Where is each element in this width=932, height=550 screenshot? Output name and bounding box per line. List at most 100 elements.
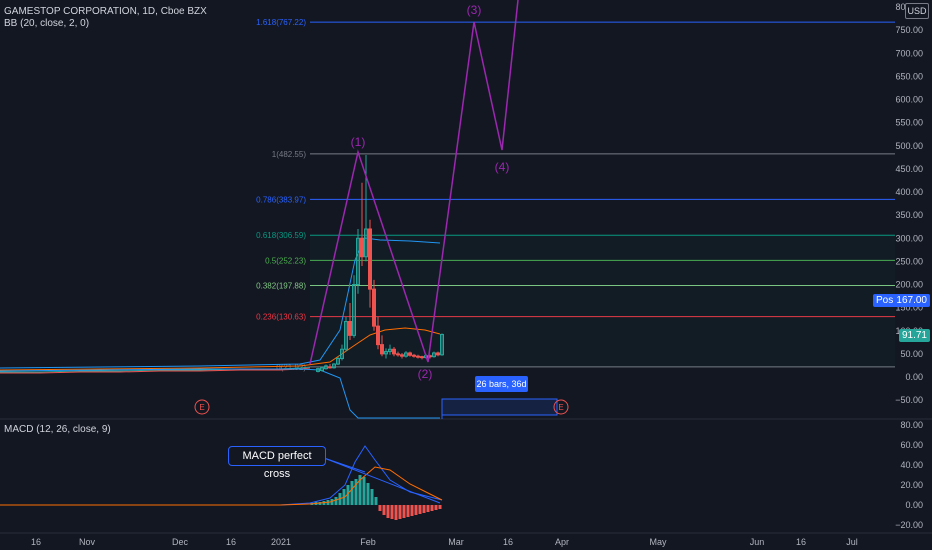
price-axis-tick: 200.00: [895, 280, 923, 290]
time-axis-tick: Jun: [750, 537, 765, 547]
macd-histogram-bar: [430, 505, 434, 511]
price-axis-tick: 550.00: [895, 118, 923, 128]
macd-histogram-bar: [334, 497, 338, 505]
bb-lower: [0, 368, 440, 419]
candle-body: [408, 352, 412, 356]
candle-body: [368, 228, 372, 290]
earnings-letter-1: E: [199, 403, 204, 412]
candle-body: [372, 288, 376, 327]
chart-canvas[interactable]: 1.618(767.22) 1(482.55) 0.786(383.97) 0.618…: [0, 0, 932, 550]
macd-callout[interactable]: MACD perfect cross: [228, 446, 326, 480]
macd-axis[interactable]: 80.00 60.00 40.00 20.00 0.00 −20.00: [895, 420, 923, 530]
macd-histogram-bar: [362, 477, 366, 505]
macd-histogram-bar: [422, 505, 426, 513]
candle-body: [416, 355, 420, 358]
fib-shading: [310, 235, 895, 367]
candle-body: [420, 356, 424, 359]
macd-histogram-bar: [366, 483, 370, 505]
fib-level-label: 1.618(767.22): [256, 18, 306, 27]
macd-histogram-bar: [410, 505, 414, 516]
earnings-letter-2: E: [558, 403, 563, 412]
candle-body: [380, 344, 384, 355]
candle-body: [376, 325, 380, 346]
fib-retracement[interactable]: 1.618(767.22) 1(482.55) 0.786(383.97) 0.618…: [256, 18, 895, 372]
wave-label-1: (1): [351, 135, 366, 149]
time-axis-tick: 16: [796, 537, 806, 547]
price-axis-tick: 750.00: [895, 25, 923, 35]
macd-histogram-bar: [350, 481, 354, 505]
time-axis-tick: May: [649, 537, 667, 547]
candle-body: [412, 354, 416, 357]
symbol-legend[interactable]: GAMESTOP CORPORATION, 1D, Cboe BZX: [4, 6, 207, 17]
price-axis-tick: 450.00: [895, 164, 923, 174]
fib-level-label: 0.618(306.59): [256, 231, 306, 240]
candle-body: [396, 353, 400, 356]
macd-axis-tick: 20.00: [900, 480, 923, 490]
candle-body: [360, 237, 364, 258]
macd-histogram-bar: [374, 497, 378, 505]
time-axis-tick: Nov: [79, 537, 96, 547]
date-range-box[interactable]: [441, 398, 558, 416]
date-range-label: 26 bars, 36d: [475, 376, 528, 392]
macd-histogram-bar: [434, 505, 438, 510]
candle-body: [436, 352, 440, 356]
wave-label-3: (3): [467, 3, 482, 17]
macd-histogram-bar: [370, 489, 374, 505]
macd-histogram-bar: [390, 505, 394, 519]
macd-histogram-bar: [394, 505, 398, 520]
macd-axis-tick: 40.00: [900, 460, 923, 470]
macd-axis-tick: 0.00: [905, 500, 923, 510]
fib-level-label: 0.382(197.88): [256, 281, 306, 290]
price-axis-tick: 50.00: [900, 349, 923, 359]
candle-body: [400, 354, 404, 357]
macd-legend[interactable]: MACD (12, 26, close, 9): [4, 424, 111, 435]
time-axis-tick: Apr: [555, 537, 569, 547]
last-price-tag: 91.71: [898, 329, 930, 342]
macd-histogram-bar: [438, 505, 442, 509]
macd-histogram-bar: [378, 505, 382, 511]
macd-histogram-bar: [402, 505, 406, 518]
fib-level-label: 0.5(252.23): [265, 256, 306, 265]
time-axis[interactable]: 16 Nov Dec 16 2021 Feb Mar 16 Apr May Jun 16 Jul: [31, 537, 858, 547]
price-axis-tick: 400.00: [895, 187, 923, 197]
macd-axis-tick: 60.00: [900, 440, 923, 450]
time-axis-tick: Mar: [448, 537, 464, 547]
macd-axis-tick: −20.00: [895, 520, 923, 530]
fib-level-label: 1(482.55): [272, 150, 307, 159]
time-axis-tick: Feb: [360, 537, 376, 547]
macd-histogram-bar: [382, 505, 386, 515]
fib-level-label: 0.786(383.97): [256, 195, 306, 204]
currency-button[interactable]: USD: [905, 3, 929, 19]
price-axis-tick: 500.00: [895, 141, 923, 151]
price-axis-tick: 0.00: [905, 372, 923, 382]
time-axis-tick: 16: [31, 537, 41, 547]
wave-label-2: (2): [418, 367, 433, 381]
price-axis-tick: 600.00: [895, 95, 923, 105]
fib-level-label: 0.236(130.63): [256, 313, 306, 322]
time-axis-tick: Dec: [172, 537, 189, 547]
post-market-price: 167.00: [893, 294, 930, 307]
macd-line: [0, 445, 443, 506]
price-axis-tick: 250.00: [895, 256, 923, 266]
price-axis-tick: 700.00: [895, 48, 923, 58]
macd-histogram-bar: [418, 505, 422, 514]
macd-histogram-bar: [414, 505, 418, 515]
macd-axis-tick: 80.00: [900, 420, 923, 430]
candle-body: [392, 348, 396, 355]
wave-label-4: (4): [495, 160, 510, 174]
macd-histogram-bar: [398, 505, 402, 519]
price-axis[interactable]: 800.00750.00700.00650.00600.00550.00500.…: [895, 2, 923, 405]
time-axis-tick: 2021: [271, 537, 291, 547]
bb-legend[interactable]: BB (20, close, 2, 0): [4, 18, 89, 29]
price-axis-tick: 300.00: [895, 233, 923, 243]
candle-body: [328, 366, 332, 369]
macd-histogram-bar: [386, 505, 390, 518]
time-axis-tick: 16: [503, 537, 513, 547]
price-axis-tick: 350.00: [895, 210, 923, 220]
price-axis-tick: −50.00: [895, 395, 923, 405]
time-axis-tick: Jul: [846, 537, 858, 547]
time-axis-tick: 16: [226, 537, 236, 547]
price-axis-tick: 650.00: [895, 71, 923, 81]
macd-histogram-bar: [406, 505, 410, 517]
candle-body: [348, 321, 352, 336]
